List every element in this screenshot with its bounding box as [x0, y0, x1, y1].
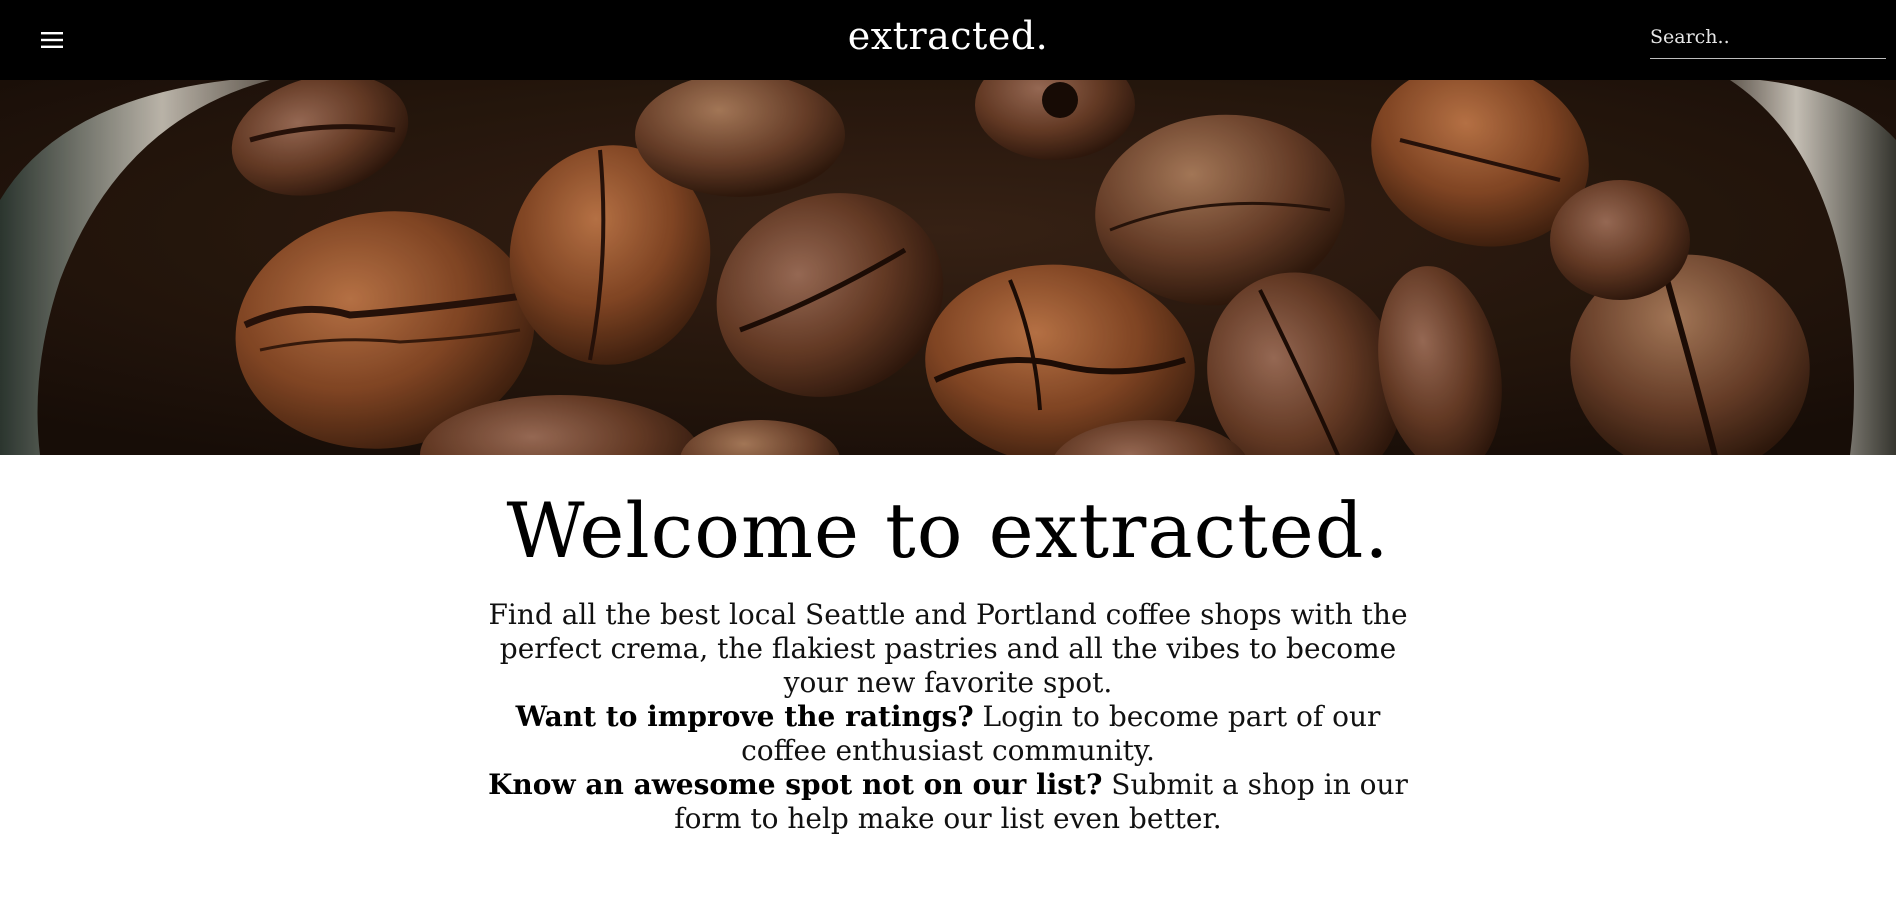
top-nav-bar: extracted. [0, 0, 1896, 80]
search-input[interactable] [1650, 22, 1886, 58]
ratings-paragraph: Want to improve the ratings? Login to be… [478, 700, 1418, 768]
hero-image-coffee-beans [0, 80, 1896, 455]
brand-logo[interactable]: extracted. [848, 14, 1048, 58]
hamburger-menu-icon[interactable] [36, 24, 68, 56]
main-content: Welcome to extracted. Find all the best … [0, 455, 1896, 836]
search-box [1650, 22, 1886, 59]
intro-paragraph: Find all the best local Seattle and Port… [488, 598, 1408, 700]
intro-text-block: Find all the best local Seattle and Port… [478, 598, 1418, 836]
submit-paragraph: Know an awesome spot not on our list? Su… [478, 768, 1418, 836]
page-title: Welcome to extracted. [506, 486, 1390, 575]
ratings-prompt: Want to improve the ratings? [515, 700, 974, 734]
brand-logo-container: extracted. [0, 14, 1896, 58]
submit-prompt: Know an awesome spot not on our list? [488, 768, 1103, 802]
